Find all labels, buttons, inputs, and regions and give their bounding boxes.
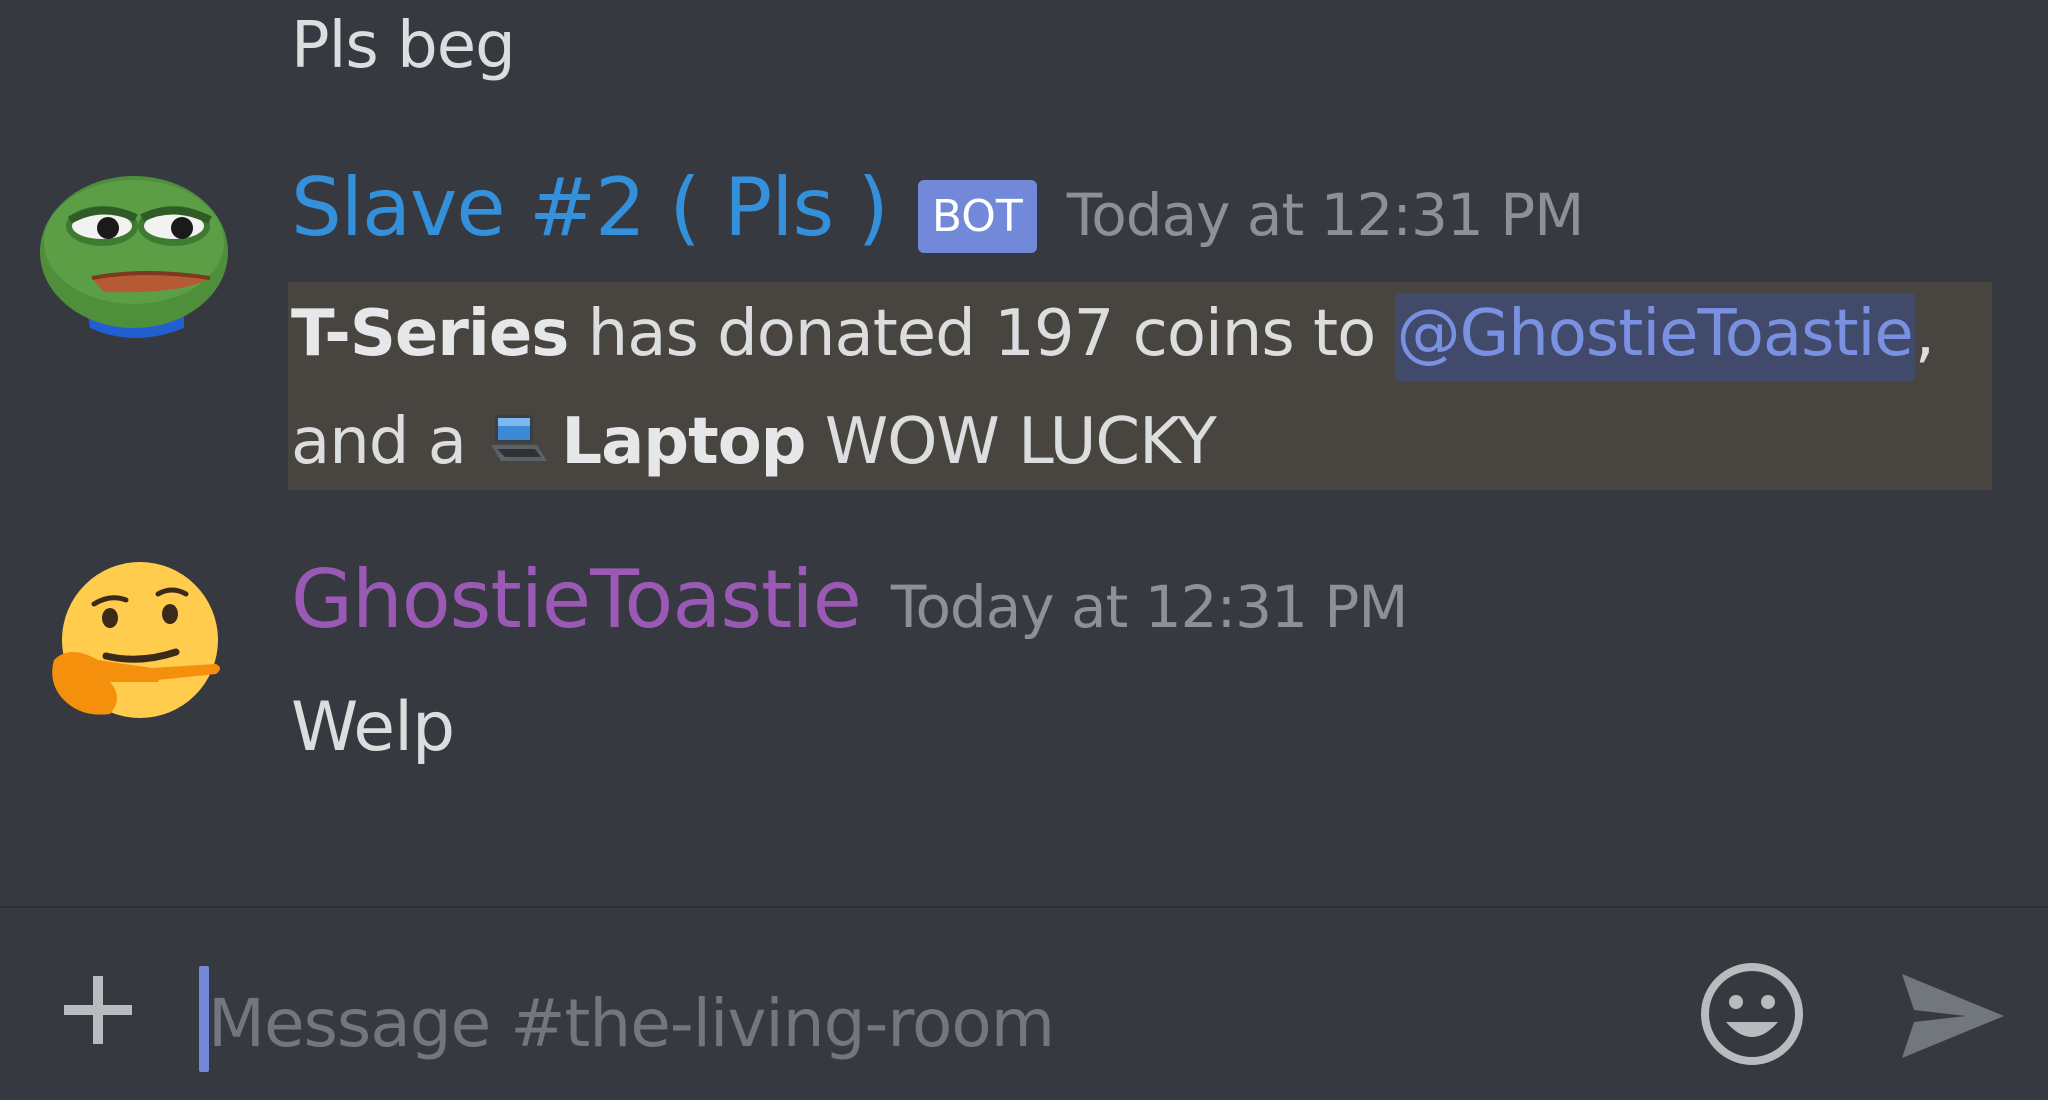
smiley-icon <box>1701 963 1803 1065</box>
thinking-face-icon <box>52 562 220 718</box>
message-text: Pls beg <box>291 9 516 83</box>
emoji-button[interactable] <box>1698 960 1806 1068</box>
message-header: Slave #2 ( Pls ) BOT Today at 12:31 PM <box>291 168 1584 257</box>
message-input[interactable] <box>208 978 1628 1068</box>
thinking-face-avatar[interactable] <box>40 548 230 738</box>
message-text: and a <box>291 405 486 479</box>
message-text: Welp <box>291 688 455 767</box>
send-icon <box>1902 974 2004 1058</box>
message-header: GhostieToastie Today at 12:31 PM <box>291 560 1408 641</box>
pepe-frog-icon <box>40 176 228 338</box>
message-text: WOW LUCKY <box>805 405 1217 479</box>
username[interactable]: GhostieToastie <box>291 560 862 640</box>
message-composer <box>0 906 2048 1100</box>
timestamp: Today at 12:31 PM <box>1066 181 1584 249</box>
timestamp: Today at 12:31 PM <box>890 573 1408 641</box>
chat-window: Pls beg Slave #2 ( Pls ) BOT Today at 12… <box>0 0 2048 1100</box>
user-mention[interactable]: @GhostieToastie <box>1394 293 1915 381</box>
message-text: has donated 197 coins to <box>568 297 1395 371</box>
donor-name: T-Series <box>291 297 569 371</box>
attach-button[interactable] <box>58 970 138 1050</box>
bot-badge: BOT <box>917 180 1037 253</box>
message-content-line: T-Series has donated 197 coins to @Ghost… <box>291 293 1935 381</box>
message-content-line: and a Laptop WOW LUCKY <box>291 410 1217 474</box>
item-name: Laptop <box>561 405 806 479</box>
plus-icon <box>64 976 132 1044</box>
message-list: Pls beg Slave #2 ( Pls ) BOT Today at 12… <box>0 0 2048 906</box>
pepe-frog-avatar[interactable] <box>34 152 234 352</box>
punctuation: , <box>1914 297 1935 371</box>
send-button[interactable] <box>1896 966 2008 1066</box>
username[interactable]: Slave #2 ( Pls ) <box>291 168 889 248</box>
laptop-icon <box>491 415 548 461</box>
